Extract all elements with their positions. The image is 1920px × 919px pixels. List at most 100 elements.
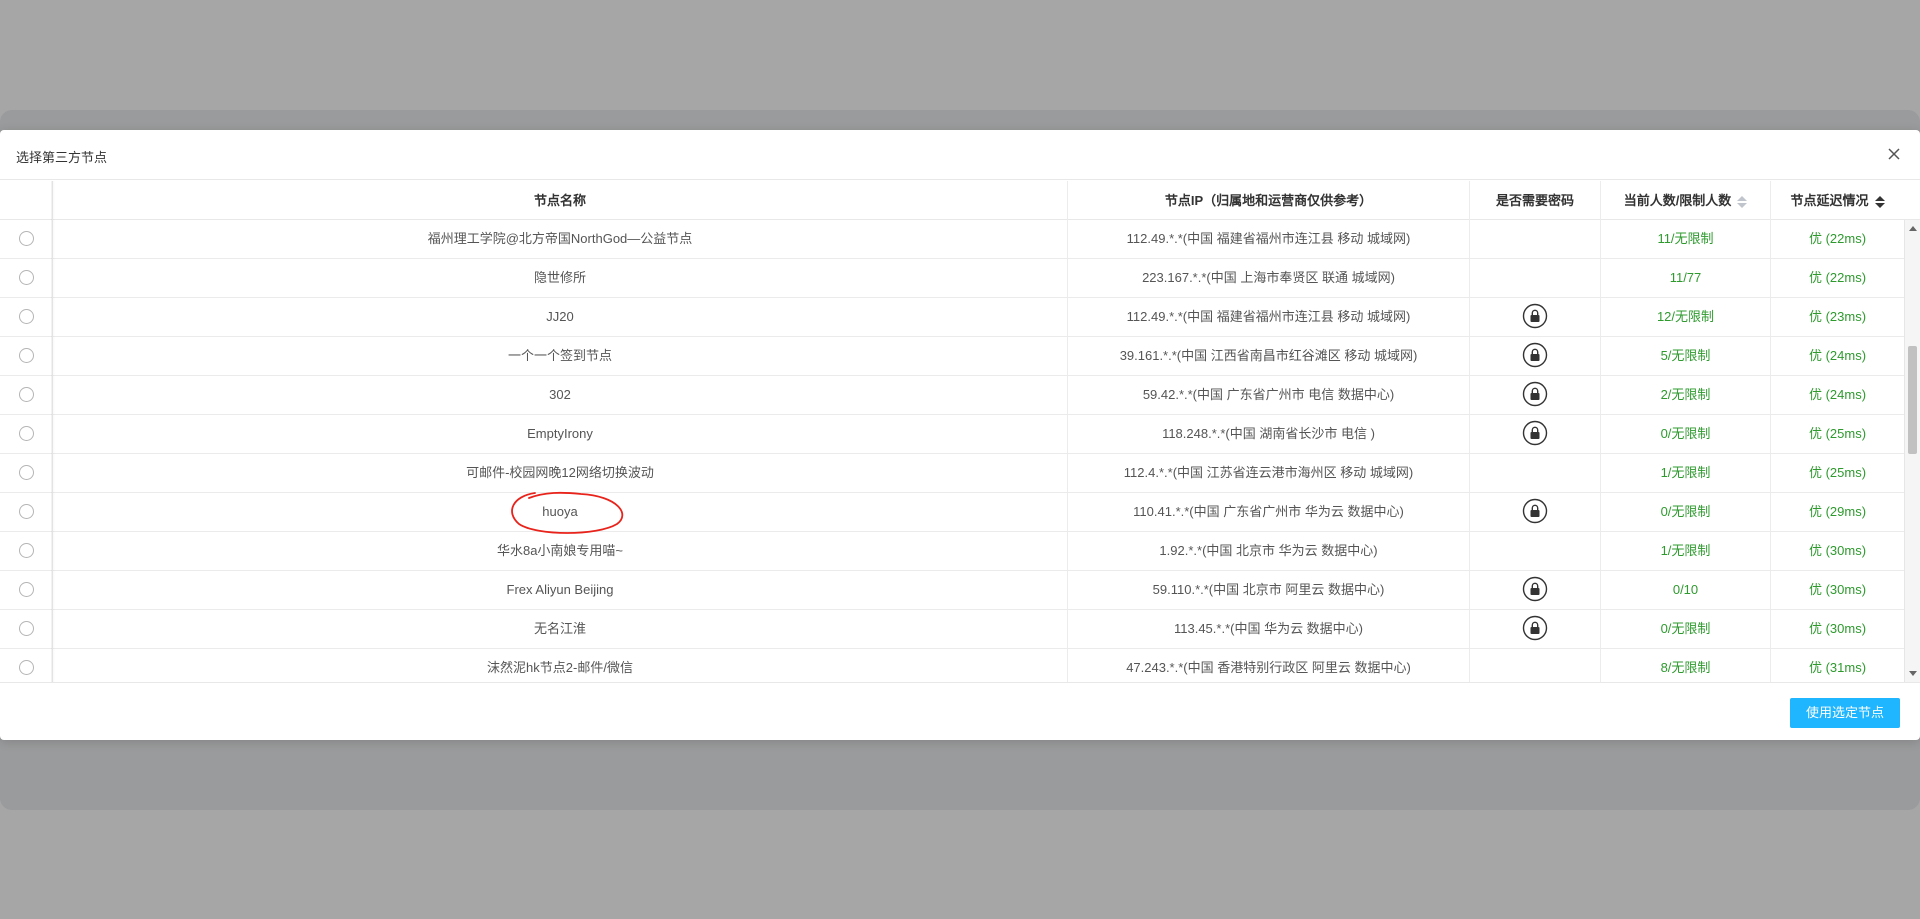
row-radio[interactable] (18, 542, 34, 558)
node-ip: 39.161.*.*(中国 江西省南昌市红谷滩区 移动 城域网) (1119, 348, 1418, 363)
node-ip-cell: 113.45.*.*(中国 华为云 数据中心) (1067, 610, 1469, 648)
row-radio[interactable] (18, 425, 34, 441)
header-latency[interactable]: 节点延迟情况 (1770, 181, 1904, 220)
node-name: 华水8a小南娘专用喵~ (496, 543, 624, 558)
row-radio[interactable] (18, 503, 34, 519)
table-row[interactable]: 无名江淮 113.45.*.*(中国 华为云 数据中心) 0/无限制 优 (30ms) (0, 610, 1904, 649)
scroll-thumb[interactable] (1908, 346, 1917, 454)
node-name: Frex Aliyun Beijing (506, 582, 614, 597)
table-row[interactable]: 302 59.42.*.*(中国 广东省广州市 电信 数据中心) 2/无限制 优 (2… (0, 376, 1904, 415)
password-cell (1469, 532, 1600, 570)
header-password-label: 是否需要密码 (1495, 193, 1574, 208)
header-ip-label: 节点IP（归属地和运营商仅供参考） (1164, 193, 1373, 208)
node-ip: 1.92.*.*(中国 北京市 华为云 数据中心) (1159, 543, 1378, 558)
node-latency: 优 (30ms) (1808, 621, 1867, 636)
table-row[interactable]: 福州理工学院@北方帝国NorthGod—公益节点 112.49.*.*(中国 福建… (0, 220, 1904, 259)
table-row[interactable]: huoya 110.41.*.*(中国 广东省广州市 华为云 数据中心) 0/无限制… (0, 493, 1904, 532)
password-cell (1469, 610, 1600, 648)
node-ip: 59.42.*.*(中国 广东省广州市 电信 数据中心) (1142, 387, 1395, 402)
use-selected-node-button[interactable]: 使用选定节点 (1789, 698, 1900, 728)
node-name: huoya (542, 504, 578, 519)
row-select-cell (0, 220, 52, 258)
users-cell: 8/无限制 (1600, 649, 1770, 682)
latency-cell: 优 (30ms) (1770, 610, 1904, 648)
table-row[interactable]: 沫然泥hk节点2-邮件/微信 47.243.*.*(中国 香港特别行政区 阿里云 … (0, 649, 1904, 682)
lock-icon (1522, 576, 1548, 602)
node-name: 福州理工学院@北方帝国NorthGod—公益节点 (427, 231, 693, 246)
scroll-up-arrow-icon[interactable] (1909, 226, 1917, 231)
password-cell (1469, 454, 1600, 492)
sort-icon[interactable] (1874, 195, 1885, 209)
node-ip-cell: 59.42.*.*(中国 广东省广州市 电信 数据中心) (1067, 376, 1469, 414)
password-cell (1469, 649, 1600, 682)
table-row[interactable]: Frex Aliyun Beijing 59.110.*.*(中国 北京市 阿里云… (0, 571, 1904, 610)
lock-icon (1522, 381, 1548, 407)
node-latency: 优 (25ms) (1808, 426, 1867, 441)
lock-icon (1522, 342, 1548, 368)
node-ip: 112.49.*.*(中国 福建省福州市连江县 移动 城域网) (1126, 309, 1411, 324)
latency-cell: 优 (24ms) (1770, 376, 1904, 414)
row-radio[interactable] (18, 464, 34, 480)
users-cell: 1/无限制 (1600, 532, 1770, 570)
table-row[interactable]: 隐世修所 223.167.*.*(中国 上海市奉贤区 联通 城域网) 11/77 优 … (0, 259, 1904, 298)
dialog-header: 选择第三方节点 (0, 130, 1920, 180)
table-scrollbar[interactable] (1904, 220, 1920, 682)
password-cell (1469, 571, 1600, 609)
table-row[interactable]: JJ20 112.49.*.*(中国 福建省福州市连江县 移动 城域网) 12/无限… (0, 298, 1904, 337)
row-select-cell (0, 337, 52, 375)
header-users-label: 当前人数/限制人数 (1623, 193, 1732, 208)
row-radio[interactable] (18, 230, 34, 246)
node-name-cell: JJ20 (52, 298, 1067, 336)
node-latency: 优 (22ms) (1808, 270, 1867, 285)
row-radio[interactable] (18, 581, 34, 597)
node-name-cell: 一个一个签到节点 (52, 337, 1067, 375)
node-users: 2/无限制 (1660, 387, 1711, 402)
latency-cell: 优 (31ms) (1770, 649, 1904, 682)
header-ip: 节点IP（归属地和运营商仅供参考） (1067, 181, 1469, 220)
node-name-cell: 无名江淮 (52, 610, 1067, 648)
table-row[interactable]: 华水8a小南娘专用喵~ 1.92.*.*(中国 北京市 华为云 数据中心) 1/无限… (0, 532, 1904, 571)
node-name: 302 (549, 387, 571, 402)
lock-icon (1522, 498, 1548, 524)
row-radio[interactable] (18, 347, 34, 363)
row-radio[interactable] (18, 659, 34, 675)
scroll-down-arrow-icon[interactable] (1909, 671, 1917, 676)
node-name-cell: huoya (52, 493, 1067, 531)
users-cell: 0/10 (1600, 571, 1770, 609)
node-name: 沫然泥hk节点2-邮件/微信 (487, 660, 633, 675)
password-cell (1469, 376, 1600, 414)
row-select-cell (0, 610, 52, 648)
users-cell: 12/无限制 (1600, 298, 1770, 336)
node-name-cell: 沫然泥hk节点2-邮件/微信 (52, 649, 1067, 682)
sort-icon[interactable] (1737, 195, 1748, 209)
header-users[interactable]: 当前人数/限制人数 (1600, 181, 1770, 220)
lock-icon (1522, 303, 1548, 329)
latency-cell: 优 (22ms) (1770, 259, 1904, 297)
node-ip: 110.41.*.*(中国 广东省广州市 华为云 数据中心) (1133, 504, 1404, 519)
row-select-cell (0, 376, 52, 414)
row-radio[interactable] (18, 386, 34, 402)
nodes-table: 节点名称 节点IP（归属地和运营商仅供参考） 是否需要密码 当前人数/限制人数 … (0, 181, 1920, 682)
users-cell: 11/77 (1600, 259, 1770, 297)
node-users: 11/77 (1669, 270, 1702, 285)
node-name: 隐世修所 (533, 270, 586, 285)
row-radio[interactable] (18, 620, 34, 636)
table-row[interactable]: EmptyIrony 118.248.*.*(中国 湖南省长沙市 电信 ) 0/无限… (0, 415, 1904, 454)
close-icon[interactable] (1882, 142, 1906, 166)
node-users: 1/无限制 (1660, 465, 1711, 480)
row-select-cell (0, 454, 52, 492)
node-ip: 118.248.*.*(中国 湖南省长沙市 电信 ) (1162, 426, 1375, 441)
table-row[interactable]: 可邮件-校园网晚12网络切换波动 112.4.*.*(中国 江苏省连云港市海州区 … (0, 454, 1904, 493)
node-name-cell: 302 (52, 376, 1067, 414)
latency-cell: 优 (29ms) (1770, 493, 1904, 531)
node-latency: 优 (24ms) (1808, 387, 1867, 402)
node-latency: 优 (31ms) (1808, 660, 1867, 675)
node-ip: 47.243.*.*(中国 香港特别行政区 阿里云 数据中心) (1126, 660, 1411, 675)
node-users: 1/无限制 (1660, 543, 1711, 558)
row-radio[interactable] (18, 269, 34, 285)
table-header: 节点名称 节点IP（归属地和运营商仅供参考） 是否需要密码 当前人数/限制人数 … (0, 181, 1920, 220)
node-latency: 优 (24ms) (1808, 348, 1867, 363)
users-cell: 1/无限制 (1600, 454, 1770, 492)
table-row[interactable]: 一个一个签到节点 39.161.*.*(中国 江西省南昌市红谷滩区 移动 城域网)… (0, 337, 1904, 376)
row-radio[interactable] (18, 308, 34, 324)
